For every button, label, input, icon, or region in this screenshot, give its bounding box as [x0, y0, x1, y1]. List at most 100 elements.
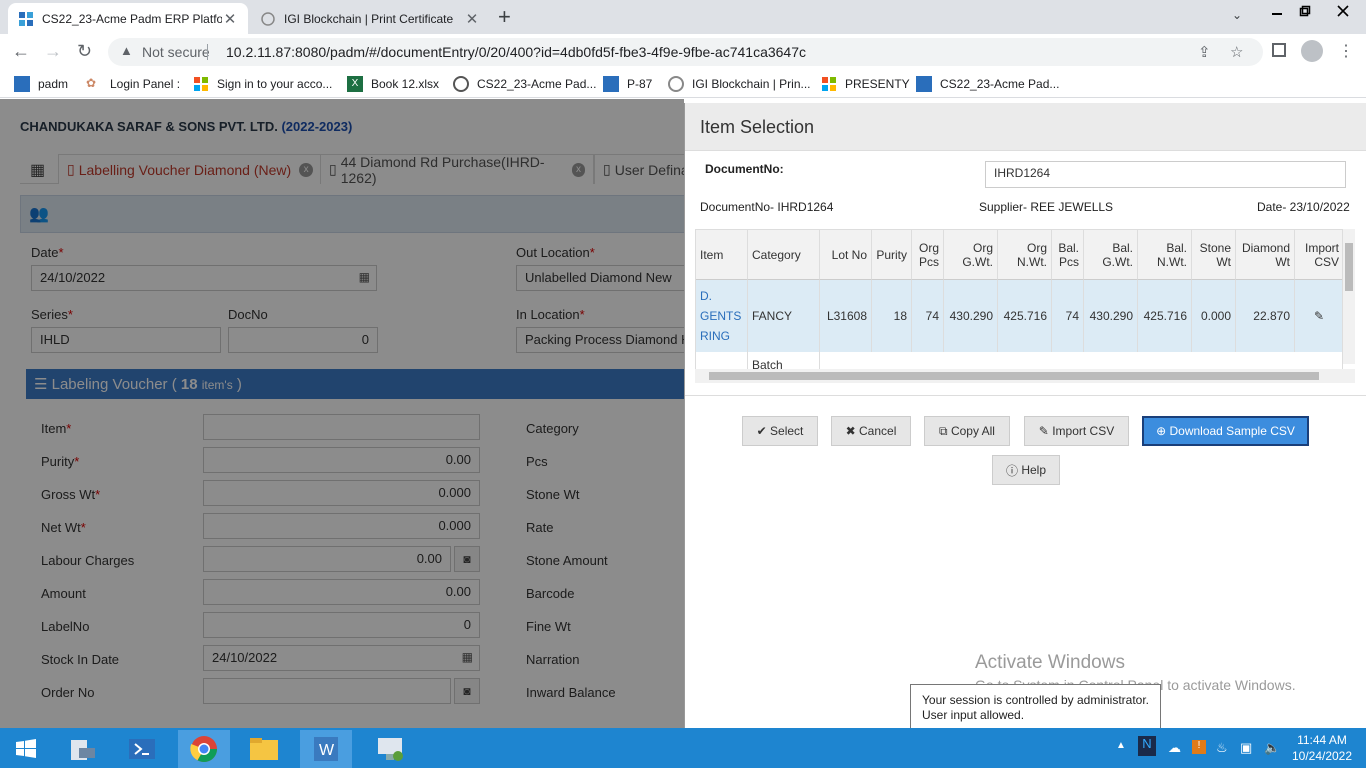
docno-label: DocumentNo: — [705, 162, 784, 176]
java-update-icon[interactable]: ! — [1192, 740, 1206, 754]
item-selection-modal: Item Selection DocumentNo: IHRD1264 Docu… — [684, 103, 1366, 728]
remote-control-icon[interactable]: N — [1138, 736, 1156, 756]
address-divider — [207, 44, 208, 60]
file-explorer-icon[interactable] — [238, 730, 290, 768]
paperclip-icon[interactable]: ✎ — [1295, 280, 1342, 352]
cell-stone-wt: 0.000 — [1192, 280, 1236, 352]
cell-org-nwt: 425.716 — [998, 280, 1052, 352]
menu-kebab-icon[interactable]: ⋮ — [1338, 41, 1354, 61]
scroll-thumb[interactable] — [1345, 243, 1353, 291]
info-icon: ⓘ — [1005, 463, 1022, 478]
col-header-bal-gwt[interactable]: Bal. G.Wt. — [1084, 230, 1138, 280]
browser-tab-title: CS22_23-Acme Padm ERP Platfor — [42, 11, 222, 26]
minimize-icon[interactable] — [1262, 0, 1292, 22]
volume-icon[interactable]: 🔈 — [1264, 740, 1280, 756]
star-icon[interactable]: ☆ — [1230, 43, 1243, 61]
powershell-icon[interactable] — [116, 730, 168, 768]
col-header-import-csv[interactable]: Import CSV — [1295, 230, 1342, 280]
app-w-icon[interactable]: W — [300, 730, 352, 768]
reload-icon[interactable]: ↻ — [77, 42, 92, 60]
session-tooltip: Your session is controlled by administra… — [910, 684, 1161, 730]
cell-bal-nwt: 425.716 — [1138, 280, 1192, 352]
new-tab-button[interactable]: + — [498, 6, 511, 28]
cell-item[interactable]: D. GENTS RING — [696, 280, 748, 352]
igi-icon — [668, 76, 684, 92]
docno-input[interactable]: IHRD1264 — [985, 161, 1346, 188]
bookmark-igi[interactable]: IGI Blockchain | Prin... — [668, 76, 811, 92]
col-header-purity[interactable]: Purity — [872, 230, 912, 280]
close-window-icon[interactable] — [1326, 0, 1360, 22]
col-header-org-nwt[interactable]: Org N.Wt. — [998, 230, 1052, 280]
close-tab-icon[interactable]: ✕ — [222, 10, 238, 28]
bookmark-padm[interactable]: padm — [14, 76, 68, 92]
restore-icon[interactable] — [1290, 0, 1320, 22]
cancel-button[interactable]: ✖ Cancel — [831, 416, 911, 446]
padm-favicon-icon — [18, 11, 34, 27]
tray-chevron-icon[interactable]: ▲ — [1116, 740, 1126, 751]
back-icon[interactable]: ← — [12, 42, 30, 60]
copy-all-button[interactable]: ⧉ Copy All — [924, 416, 1010, 446]
bookmark-acme-1[interactable]: CS22_23-Acme Pad... — [453, 76, 596, 92]
col-header-item[interactable]: Item — [696, 230, 748, 280]
browser-toolbar: ← → ↻ ▲ Not secure 10.2.11.87:8080/padm/… — [0, 34, 1366, 70]
col-header-bal-nwt[interactable]: Bal. N.Wt. — [1138, 230, 1192, 280]
table-vertical-scrollbar[interactable] — [1343, 229, 1355, 364]
info-date: Date- 23/10/2022 — [1257, 200, 1350, 214]
system-clock[interactable]: 11:44 AM 10/24/2022 — [1286, 732, 1358, 764]
remote-desktop-icon[interactable] — [364, 730, 416, 768]
activate-windows-title: Activate Windows — [975, 652, 1125, 673]
table-horizontal-scrollbar[interactable] — [695, 369, 1355, 383]
divider — [685, 395, 1366, 396]
browser-tabstrip: CS22_23-Acme Padm ERP Platfor ✕ IGI Bloc… — [0, 0, 1366, 34]
browser-tab-igi[interactable]: IGI Blockchain | Print Certificate ✕ — [250, 3, 490, 34]
cell-category: FANCY — [748, 280, 820, 352]
close-tab-icon[interactable]: ✕ — [464, 10, 480, 28]
login-icon: ✿ — [86, 76, 97, 90]
col-header-org-gwt[interactable]: Org G.Wt. — [944, 230, 998, 280]
col-header-stone-wt[interactable]: Stone Wt — [1192, 230, 1236, 280]
not-secure-label: Not secure — [142, 44, 210, 60]
forward-icon[interactable]: → — [44, 42, 62, 60]
profile-avatar[interactable] — [1301, 40, 1323, 62]
help-button[interactable]: ⓘ Help — [992, 455, 1060, 485]
col-header-lot-no[interactable]: Lot No — [820, 230, 872, 280]
cell-purity: 18 — [872, 280, 912, 352]
cell-lot-no: L31608 — [820, 280, 872, 352]
select-button[interactable]: ✔ Select — [742, 416, 818, 446]
col-header-bal-pcs[interactable]: Bal. Pcs — [1052, 230, 1084, 280]
side-panel-icon[interactable] — [1272, 43, 1286, 57]
col-header-diamond-wt[interactable]: Diamond Wt — [1236, 230, 1295, 280]
java-icon[interactable]: ♨ — [1216, 740, 1228, 756]
microsoft-icon — [193, 76, 209, 92]
padm-icon — [14, 76, 30, 92]
cell-bal-gwt: 430.290 — [1084, 280, 1138, 352]
import-csv-button[interactable]: ✎ Import CSV — [1024, 416, 1129, 446]
bookmark-book12[interactable]: X Book 12.xlsx — [347, 76, 439, 92]
chrome-icon[interactable] — [178, 730, 230, 768]
col-header-category[interactable]: Category — [748, 230, 820, 280]
bookmark-p87[interactable]: P-87 — [603, 76, 652, 92]
url-text[interactable]: 10.2.11.87:8080/padm/#/documentEntry/0/2… — [226, 44, 806, 60]
share-icon[interactable]: ⇪ — [1198, 43, 1211, 61]
paperclip-icon: ✎ — [1038, 424, 1053, 438]
bookmark-presenty[interactable]: PRESENTY — [821, 76, 910, 92]
server-manager-icon[interactable] — [56, 730, 108, 768]
browser-tab-title: IGI Blockchain | Print Certificate — [284, 11, 454, 26]
igi-favicon-icon — [260, 11, 276, 27]
network-icon[interactable]: ▣ — [1240, 740, 1252, 756]
copy-icon: ⧉ — [939, 423, 951, 438]
scroll-thumb[interactable] — [709, 372, 1319, 380]
bookmark-acme-2[interactable]: CS22_23-Acme Pad... — [916, 76, 1059, 92]
cloud-icon[interactable]: ☁ — [1168, 740, 1181, 756]
tab-search-chevron-icon[interactable]: ⌄ — [1232, 8, 1242, 22]
address-bar[interactable]: ▲ Not secure 10.2.11.87:8080/padm/#/docu… — [108, 38, 1263, 66]
bookmark-signin[interactable]: Sign in to your acco... — [193, 76, 332, 92]
bookmark-login[interactable]: ✿ Login Panel : — [86, 76, 180, 92]
start-icon[interactable] — [0, 730, 52, 768]
col-header-org-pcs[interactable]: Org Pcs — [912, 230, 944, 280]
browser-tab-acme[interactable]: CS22_23-Acme Padm ERP Platfor ✕ — [8, 3, 248, 34]
svg-text:W: W — [319, 742, 335, 759]
check-icon: ✔ — [756, 424, 771, 438]
download-sample-csv-button[interactable]: ⊕ Download Sample CSV — [1142, 416, 1309, 446]
modal-backdrop[interactable] — [0, 99, 684, 728]
